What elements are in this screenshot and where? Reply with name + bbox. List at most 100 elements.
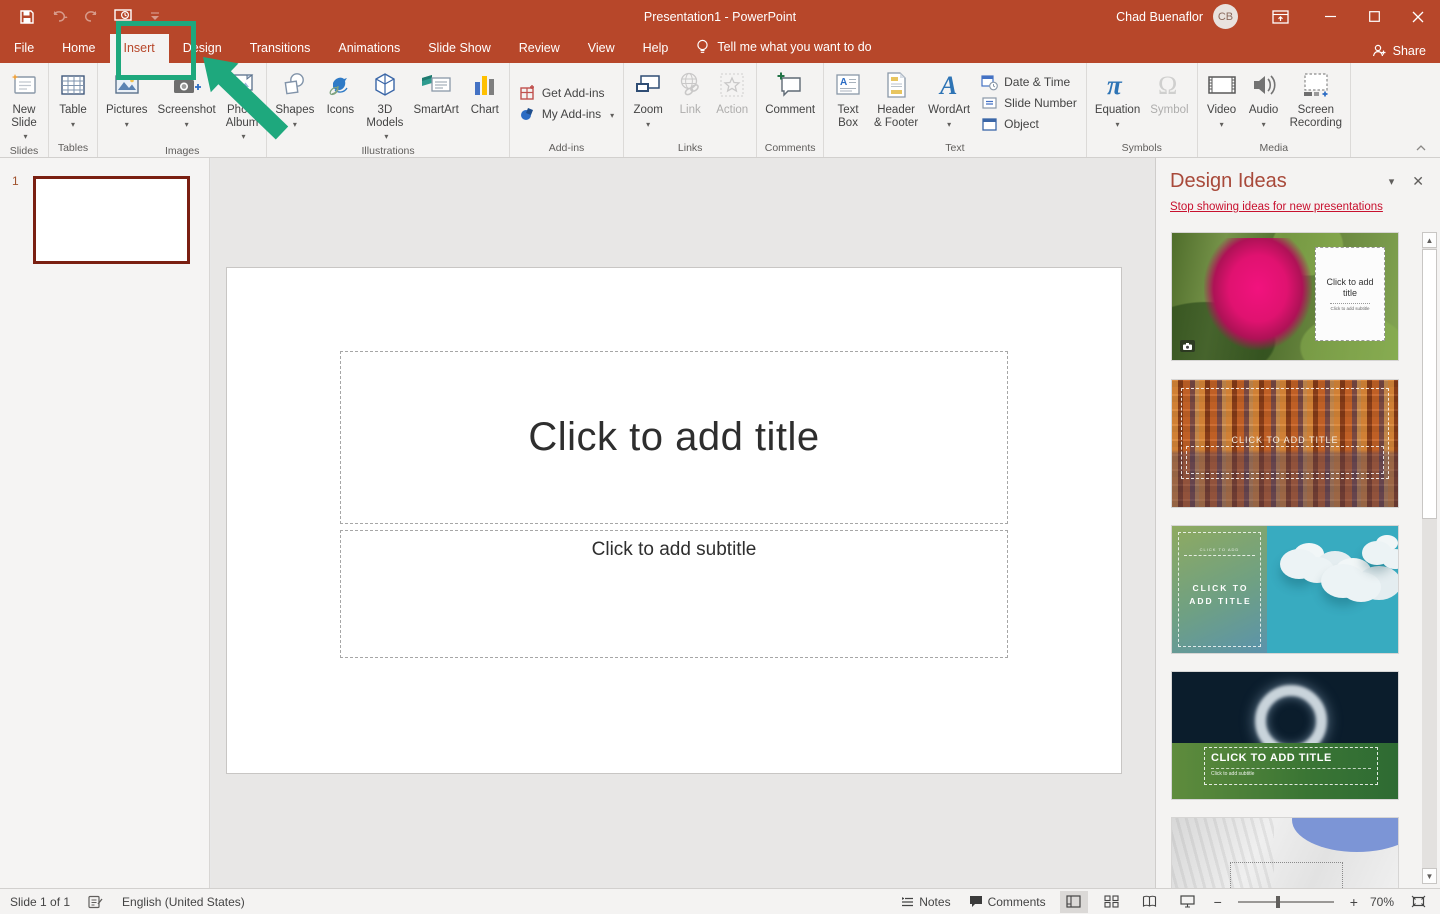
tell-me-label: Tell me what you want to do — [717, 40, 871, 54]
dropdown-caret-icon — [20, 130, 27, 143]
zoom-out-button[interactable]: − — [1212, 894, 1224, 910]
save-button[interactable] — [18, 8, 36, 26]
notes-button[interactable]: Notes — [897, 895, 954, 909]
ribbon-display-options-button[interactable] — [1260, 0, 1300, 33]
title-placeholder[interactable]: Click to add title — [340, 351, 1008, 524]
button-label: My Add-ins — [542, 107, 601, 121]
comment-bubble-icon — [774, 69, 806, 101]
design-thumbnail-orange-mosaic[interactable]: CLICK TO ADD TITLE — [1172, 380, 1398, 507]
close-button[interactable] — [1396, 0, 1440, 33]
tab-slide-show[interactable]: Slide Show — [414, 34, 505, 63]
scroll-down-button[interactable]: ▼ — [1422, 868, 1437, 884]
slide[interactable]: Click to add title Click to add subtitle — [227, 268, 1121, 773]
fit-slide-to-window-button[interactable] — [1404, 891, 1432, 913]
subtitle-placeholder[interactable]: Click to add subtitle — [340, 530, 1008, 658]
store-icon — [519, 84, 536, 101]
my-add-ins-button[interactable]: My Add-ins — [519, 105, 614, 122]
zoom-slider[interactable] — [1238, 901, 1334, 903]
get-add-ins-button[interactable]: Get Add-ins — [519, 84, 614, 101]
ribbon-group-media: Video Audio Screen Recording M — [1198, 63, 1351, 157]
video-filmstrip-icon — [1206, 69, 1238, 101]
screen-recording-button[interactable]: Screen Recording — [1285, 65, 1347, 141]
tab-animations[interactable]: Animations — [324, 34, 414, 63]
tab-view[interactable]: View — [574, 34, 629, 63]
design-thumbnail-water-ring[interactable]: CLICK TO ADD TITLE Click to add subtitle — [1172, 672, 1398, 799]
zoom-percentage[interactable]: 70% — [1370, 895, 1394, 909]
powerpoint-window: Presentation1 - PowerPoint Chad Buenaflo… — [0, 0, 1440, 914]
icons-button[interactable]: Icons — [319, 65, 361, 144]
slide-number-icon — [981, 95, 998, 112]
share-button[interactable]: Share — [1372, 44, 1426, 58]
undo-button[interactable] — [50, 8, 68, 26]
tab-home[interactable]: Home — [48, 34, 109, 63]
date-time-button[interactable]: Date & Time — [981, 74, 1077, 91]
notes-label: Notes — [919, 895, 950, 909]
maximize-button[interactable] — [1352, 0, 1396, 33]
ribbon-group-slides: New Slide Slides — [0, 63, 49, 157]
button-label: 3D Models — [366, 104, 403, 130]
design-subtitle-text: Click to add subtitle — [1211, 768, 1371, 777]
cloud-shape — [1280, 549, 1318, 579]
scroll-up-button[interactable]: ▲ — [1422, 232, 1437, 248]
slide-sorter-view-button[interactable] — [1098, 891, 1126, 913]
comments-button[interactable]: Comments — [965, 895, 1050, 909]
symbol-omega-icon: Ω — [1154, 69, 1184, 101]
design-thumbnail-paper-clouds[interactable]: CLICK TO ADD CLICK TO ADD TITLE — [1172, 526, 1398, 653]
tell-me-box[interactable]: Tell me what you want to do — [682, 32, 885, 63]
svg-text:A: A — [840, 77, 847, 88]
reading-view-button[interactable] — [1136, 891, 1164, 913]
scrollbar-thumb[interactable] — [1422, 249, 1437, 519]
dropdown-caret-icon — [71, 118, 75, 131]
slide-number-button[interactable]: Slide Number — [981, 95, 1077, 112]
minimize-button[interactable] — [1308, 0, 1352, 33]
dropdown-caret-icon — [607, 107, 614, 121]
tab-help[interactable]: Help — [629, 34, 683, 63]
ribbon-group-tables: Table Tables — [49, 63, 98, 157]
svg-text:A: A — [938, 71, 957, 100]
button-label: Text Box — [838, 104, 859, 130]
tab-review[interactable]: Review — [505, 34, 574, 63]
avatar[interactable]: CB — [1213, 4, 1238, 29]
zoom-in-button[interactable]: + — [1348, 894, 1360, 910]
stop-showing-ideas-link[interactable]: Stop showing ideas for new presentations — [1170, 201, 1426, 213]
tab-file[interactable]: File — [0, 34, 48, 63]
group-label-add-ins: Add-ins — [513, 141, 620, 157]
3d-models-button[interactable]: 3D Models — [361, 65, 408, 144]
design-title-text: CLICK TO ADD TITLE — [1172, 435, 1398, 445]
audio-button[interactable]: Audio — [1243, 65, 1285, 141]
group-label-media: Media — [1201, 141, 1347, 157]
chart-button[interactable]: Chart — [464, 65, 506, 144]
header-footer-button[interactable]: Header & Footer — [869, 65, 923, 141]
video-button[interactable]: Video — [1201, 65, 1243, 141]
design-ideas-menu-button[interactable]: ▾ — [1375, 175, 1409, 188]
spell-check-icon[interactable] — [88, 895, 104, 909]
blue-corner-shape — [1292, 818, 1398, 852]
design-thumbnail-gray-paper[interactable] — [1172, 818, 1398, 888]
ribbon-group-text: A Text Box Header & Footer A WordArt — [824, 63, 1087, 157]
new-slide-button[interactable]: New Slide — [3, 65, 45, 144]
slide-show-view-button[interactable] — [1174, 891, 1202, 913]
object-button[interactable]: Object — [981, 116, 1077, 133]
text-box-icon: A — [833, 69, 863, 101]
text-box-button[interactable]: A Text Box — [827, 65, 869, 141]
table-button[interactable]: Table — [52, 65, 94, 141]
comment-button[interactable]: Comment — [760, 65, 820, 141]
wordart-button[interactable]: A WordArt — [923, 65, 975, 141]
design-thumbnail-water-lily[interactable]: Click to add title Click to add subtitle — [1172, 233, 1398, 360]
zoom-slider-thumb[interactable] — [1276, 896, 1280, 908]
design-ideas-close-button[interactable]: ✕ — [1408, 173, 1428, 190]
slide-thumbnail-1[interactable] — [33, 176, 190, 264]
dropdown-caret-icon — [185, 118, 189, 131]
dropdown-caret-icon — [125, 118, 129, 131]
equation-button[interactable]: π Equation — [1090, 65, 1145, 141]
redo-button[interactable] — [82, 8, 100, 26]
user-name[interactable]: Chad Buenaflor — [1116, 10, 1203, 24]
button-label: New Slide — [11, 104, 37, 130]
language-indicator[interactable]: English (United States) — [122, 895, 245, 909]
normal-view-button[interactable] — [1060, 891, 1088, 913]
design-panel-scrollbar[interactable]: ▲ ▼ — [1422, 232, 1437, 884]
zoom-button[interactable]: Zoom — [627, 65, 669, 141]
collapse-ribbon-button[interactable] — [1410, 141, 1432, 155]
slide-count: Slide 1 of 1 — [10, 895, 70, 909]
smartart-button[interactable]: SmartArt — [408, 65, 463, 144]
